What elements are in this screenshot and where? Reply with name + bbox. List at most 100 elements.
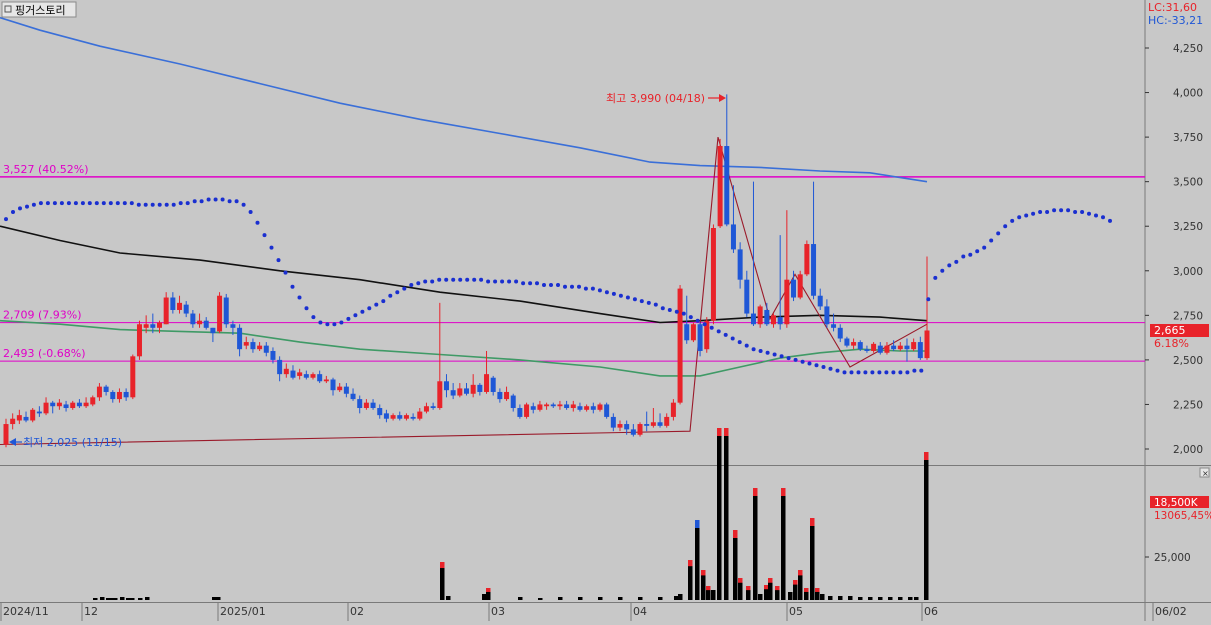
sar-dot (1010, 218, 1015, 223)
candle-body (237, 327, 243, 350)
candle-body (871, 343, 877, 351)
volume-bar-cap (781, 488, 786, 496)
volume-bar (678, 594, 683, 600)
candle-body (163, 297, 169, 325)
sar-dot (318, 320, 323, 325)
sar-dot (989, 238, 994, 243)
sar-dot (772, 352, 777, 357)
candle (524, 402, 530, 419)
candle-body (884, 345, 890, 353)
volume-bar (558, 597, 563, 600)
volume-bar (538, 598, 543, 600)
sar-dot (269, 245, 274, 250)
candle-body (904, 345, 910, 350)
volume-bar (518, 597, 523, 600)
candle-body (10, 418, 16, 425)
candle-body (797, 274, 803, 298)
candle-body (257, 345, 263, 350)
candle-body (197, 320, 203, 325)
sar-dot (514, 279, 519, 284)
candle-body (190, 313, 196, 325)
sar-dot (430, 279, 435, 284)
candle-body (657, 422, 663, 426)
volume-bar (674, 596, 679, 600)
sar-dot (723, 332, 728, 337)
candle-body (477, 384, 483, 392)
sar-dot (856, 370, 861, 375)
sar-dot (45, 201, 50, 206)
sar-dot (234, 199, 239, 204)
sar-dot (206, 197, 211, 202)
volume-bar-cap (804, 588, 809, 592)
sar-dot (842, 370, 847, 375)
candle-body (750, 313, 756, 325)
candle-body (83, 402, 89, 407)
candle-body (610, 416, 616, 428)
candle-body (877, 345, 883, 353)
volume-bar (638, 597, 643, 600)
candle-body (470, 384, 476, 394)
candle-body (484, 374, 490, 392)
sar-dot (884, 370, 889, 375)
price-tick-label: 2,750 (1173, 310, 1203, 322)
candle-body (343, 386, 349, 394)
candle-body (217, 295, 223, 332)
candle-body (410, 416, 416, 419)
volume-bar (908, 597, 913, 600)
sar-dot (954, 259, 959, 264)
candle-body (243, 342, 249, 346)
sar-dot (905, 370, 910, 375)
candle-body (710, 228, 716, 321)
hline-label-0: 3,527 (40.52%) (3, 163, 89, 176)
sar-dot (18, 206, 22, 211)
candle-body (330, 379, 336, 391)
candle-body (50, 402, 56, 407)
candle-body (764, 309, 770, 325)
sar-dot (709, 325, 714, 330)
sar-dot (940, 268, 945, 273)
candle-body (517, 408, 523, 417)
sar-dot (556, 283, 560, 287)
sar-dot (744, 343, 749, 348)
volume-bar (212, 597, 217, 600)
sar-dot (227, 199, 232, 204)
candle-body (290, 370, 296, 378)
candle-body (270, 350, 276, 360)
sar-dot (1080, 210, 1085, 214)
volume-bar (820, 594, 825, 600)
sar-dot (409, 283, 414, 287)
hline-label-1: 2,709 (7.93%) (3, 309, 82, 322)
volume-bar-cap (688, 560, 693, 567)
sar-dot (59, 201, 64, 206)
candle-body (804, 244, 810, 275)
sar-dot (961, 254, 966, 259)
candle-body (670, 402, 676, 417)
candle-body (450, 390, 456, 396)
close-icon[interactable]: × (1202, 469, 1209, 478)
volume-bar (758, 594, 763, 600)
sar-dot (423, 279, 428, 284)
sar-dot (737, 340, 742, 345)
candle (637, 422, 643, 437)
candle-body (377, 408, 383, 416)
sar-dot (702, 322, 707, 327)
volume-bar (100, 597, 105, 600)
chart-window: 3,527 (40.52%) 2,709 (7.93%) 2,493 (-0.68%… (0, 0, 1211, 621)
candle-body (417, 411, 423, 419)
candle-body (851, 342, 857, 346)
time-tick-label: 02 (350, 605, 364, 618)
sar-dot (639, 299, 644, 304)
candle-body (817, 295, 823, 307)
candle-body (397, 415, 403, 419)
sar-dot (157, 202, 162, 207)
candle-body (730, 224, 736, 250)
sar-dot (143, 202, 148, 207)
sar-dot (213, 197, 218, 202)
candle-body (577, 406, 583, 410)
volume-bar (788, 592, 793, 600)
sar-dot (416, 281, 421, 286)
volume-bar (446, 596, 451, 600)
candle-body (90, 397, 96, 405)
current-change: 6.18% (1154, 337, 1189, 350)
sar-dot (444, 277, 449, 282)
